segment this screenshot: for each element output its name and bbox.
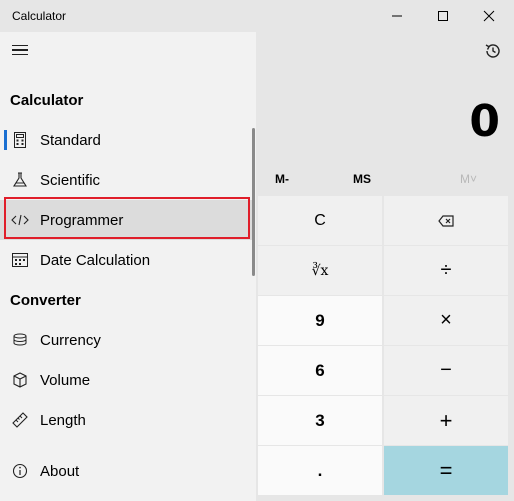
- clear-button[interactable]: C: [258, 196, 382, 245]
- nav-item-scientific[interactable]: Scientific: [0, 160, 252, 200]
- memory-subtract-button[interactable]: M-: [275, 172, 289, 186]
- close-icon: [483, 10, 495, 22]
- nav-item-standard[interactable]: Standard: [0, 120, 252, 160]
- plus-button[interactable]: +: [384, 396, 508, 445]
- maximize-button[interactable]: [420, 0, 466, 32]
- close-button[interactable]: [466, 0, 512, 32]
- backspace-button[interactable]: [384, 196, 508, 245]
- title-bar: Calculator: [0, 0, 514, 32]
- memory-list-button[interactable]: M˅: [460, 172, 477, 186]
- digit-3-button[interactable]: 3: [258, 396, 382, 445]
- minimize-icon: [392, 15, 402, 17]
- ruler-icon: [10, 412, 30, 428]
- calendar-icon: [10, 252, 30, 268]
- info-icon: [10, 463, 30, 479]
- digit-6-button[interactable]: 6: [258, 346, 382, 395]
- minus-button[interactable]: −: [384, 346, 508, 395]
- history-icon: [485, 44, 500, 58]
- menu-button[interactable]: [6, 36, 34, 64]
- nav-item-label: Scientific: [40, 171, 101, 189]
- nav-item-length[interactable]: Length: [0, 400, 252, 440]
- cube-root-button[interactable]: ∛x: [258, 246, 382, 295]
- window-title: Calculator: [12, 9, 67, 23]
- nav-item-label: Date Calculation: [40, 251, 151, 269]
- calculator-section-title: Calculator: [10, 92, 84, 109]
- cube-icon: [10, 372, 30, 388]
- nav-item-date-calculation[interactable]: Date Calculation: [0, 240, 252, 280]
- calculator-icon: [10, 132, 30, 148]
- nav-item-label: Standard: [40, 131, 101, 149]
- nav-item-label: Volume: [40, 371, 91, 389]
- flask-icon: [10, 172, 30, 188]
- maximize-icon: [438, 11, 448, 21]
- memory-store-button[interactable]: MS: [353, 172, 371, 186]
- nav-item-label: Length: [40, 411, 86, 429]
- coins-icon: [10, 333, 30, 347]
- result-display: 0: [469, 96, 500, 147]
- multiply-button[interactable]: ×: [384, 296, 508, 345]
- navigation-pane: Calculator Standard Scientific Programme…: [0, 32, 256, 501]
- nav-scrollbar[interactable]: [252, 128, 255, 276]
- digit-9-button[interactable]: 9: [258, 296, 382, 345]
- selection-highlight-box: [4, 197, 250, 239]
- equals-button[interactable]: =: [384, 446, 508, 495]
- nav-item-about[interactable]: About: [0, 451, 252, 491]
- nav-item-currency[interactable]: Currency: [0, 320, 252, 360]
- backspace-icon: [438, 214, 454, 227]
- nav-item-label: About: [40, 462, 80, 480]
- divide-button[interactable]: ÷: [384, 246, 508, 295]
- decimal-button[interactable]: .: [258, 446, 382, 495]
- hamburger-icon: [12, 44, 28, 47]
- nav-item-volume[interactable]: Volume: [0, 360, 252, 400]
- minimize-button[interactable]: [374, 0, 420, 32]
- converter-section-title: Converter: [10, 292, 81, 309]
- history-button[interactable]: [478, 36, 508, 66]
- nav-item-label: Currency: [40, 331, 101, 349]
